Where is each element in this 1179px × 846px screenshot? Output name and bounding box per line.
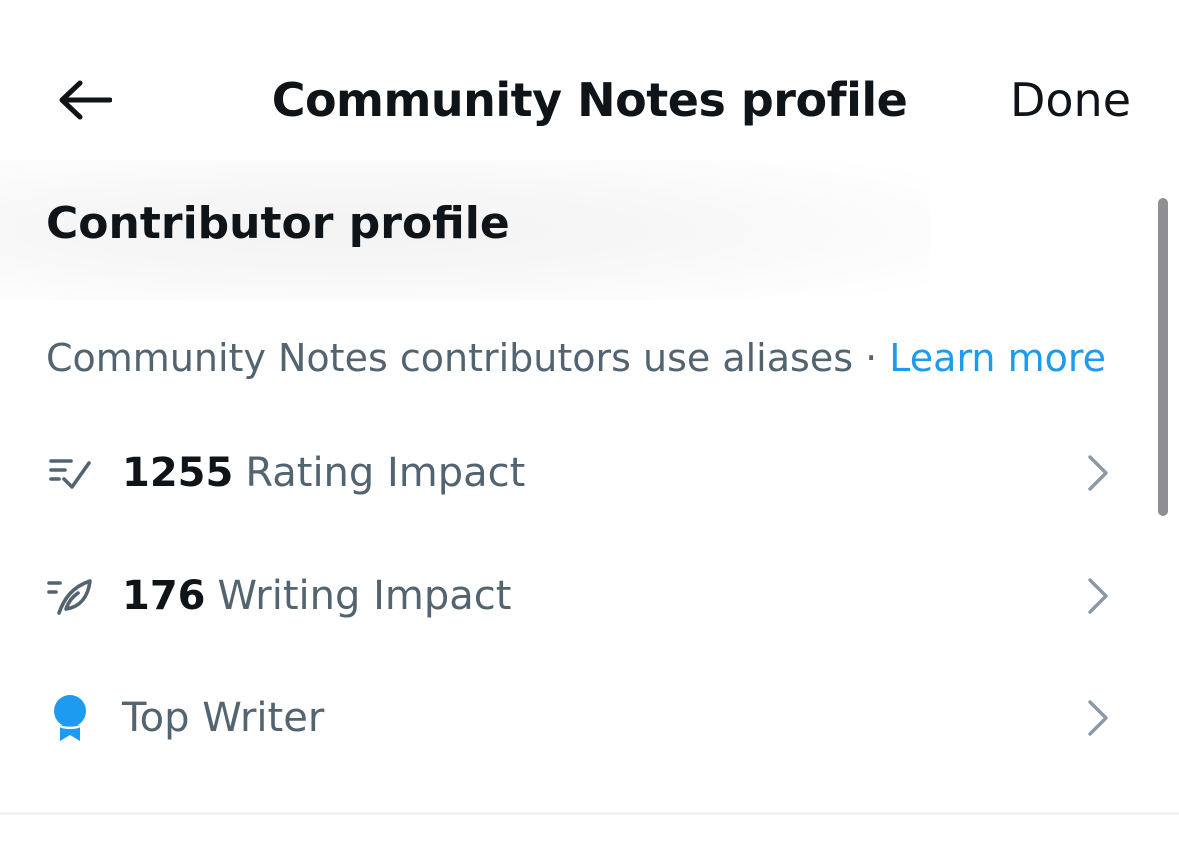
rating-impact-text: 1255 Rating Impact: [122, 447, 525, 499]
chevron-right-icon: [1088, 578, 1108, 614]
rating-impact-icon: [44, 449, 96, 497]
writing-impact-row[interactable]: 176 Writing Impact: [0, 546, 1150, 646]
separator-dot: ·: [865, 336, 878, 380]
section-title: Contributor profile: [46, 198, 510, 249]
writing-impact-text: 176 Writing Impact: [122, 570, 511, 622]
top-writer-badge-icon: [44, 694, 96, 742]
rating-impact-value: 1255: [122, 450, 234, 496]
done-button[interactable]: Done: [1010, 70, 1131, 130]
chevron-right-icon: [1088, 455, 1108, 491]
writing-impact-value: 176: [122, 573, 206, 619]
top-writer-label: Top Writer: [122, 695, 325, 741]
top-writer-row[interactable]: Top Writer: [0, 668, 1150, 768]
alias-description: Community Notes contributors use aliases…: [46, 332, 1106, 384]
top-writer-text: Top Writer: [122, 692, 324, 744]
writing-impact-label: Writing Impact: [217, 573, 512, 619]
chevron-right-icon: [1088, 700, 1108, 736]
alias-description-text: Community Notes contributors use aliases: [46, 336, 853, 380]
writing-impact-icon: [44, 572, 96, 620]
rating-impact-label: Rating Impact: [245, 450, 526, 496]
scrollbar[interactable]: [1158, 198, 1168, 516]
page-title: Community Notes profile: [271, 73, 908, 127]
divider: [0, 812, 1179, 815]
rating-impact-row[interactable]: 1255 Rating Impact: [0, 423, 1150, 523]
learn-more-link[interactable]: Learn more: [889, 336, 1106, 380]
